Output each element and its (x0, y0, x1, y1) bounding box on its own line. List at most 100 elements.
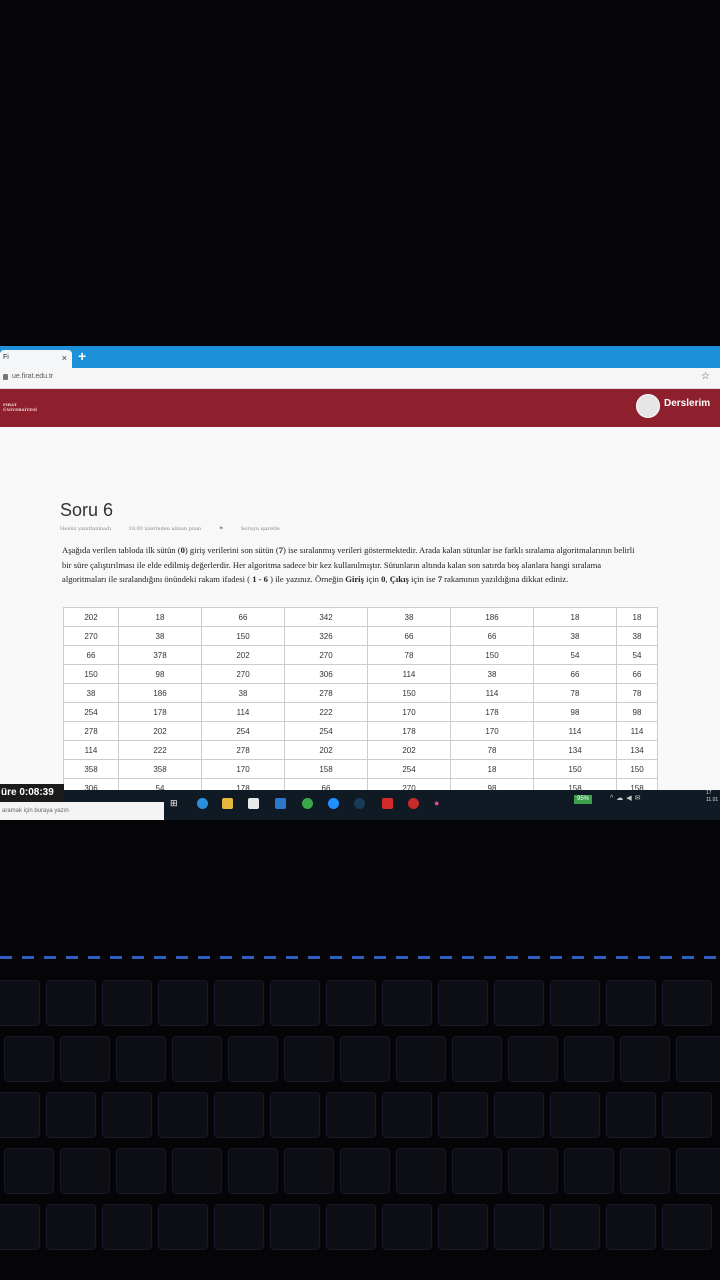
keyboard-key (102, 980, 152, 1026)
table-cell: 150 (63, 664, 119, 684)
question-status: Henüz yanıtlanmadı (60, 526, 111, 532)
close-tab-icon[interactable]: × (62, 353, 67, 363)
keyboard-key (564, 1036, 614, 1082)
keyboard-key (662, 1092, 712, 1138)
url-text[interactable]: ue.firat.edu.tr (12, 373, 53, 380)
flag-icon: ⚑ (218, 526, 225, 532)
table-cell: 178 (118, 702, 202, 722)
system-tray-icons[interactable]: ^☁◀✉ (610, 794, 644, 802)
office-icon[interactable] (382, 798, 393, 809)
keyboard-key (172, 1148, 222, 1194)
keyboard-key (4, 1148, 54, 1194)
table-cell: 54 (533, 645, 617, 665)
table-cell: 38 (63, 683, 119, 703)
table-cell: 202 (118, 721, 202, 741)
table-row: 202 18 66 342 38 186 18 18 (63, 607, 658, 627)
table-row: 270 38 150 326 66 66 38 38 (63, 626, 658, 646)
keyboard-key (676, 1036, 720, 1082)
slack-icon[interactable]: ● (434, 798, 445, 809)
new-tab-icon[interactable]: + (78, 348, 86, 364)
bookmark-star-icon[interactable]: ☆ (701, 371, 710, 382)
address-bar[interactable]: ue.firat.edu.tr ☆ (0, 368, 720, 389)
university-logo[interactable]: FIRAT ÜNİVERSİTESİ (3, 402, 37, 412)
edge-icon[interactable] (197, 798, 208, 809)
keyboard-key (396, 1036, 446, 1082)
table-cell: 66 (367, 626, 451, 646)
table-cell: 98 (533, 702, 617, 722)
opera-icon[interactable] (408, 798, 419, 809)
question-text: Aşağıda verilen tabloda ilk sütün (0) gi… (62, 543, 644, 587)
flag-question-link[interactable]: ⚑ Soruyu işaretle (219, 526, 296, 532)
taskbar-clock[interactable]: 17 11.01 (706, 790, 718, 804)
table-cell: 38 (367, 607, 451, 627)
table-cell: 222 (118, 740, 202, 760)
keyboard-key (326, 980, 376, 1026)
site-header: FIRAT ÜNİVERSİTESİ Derslerim (0, 389, 720, 427)
table-cell: 202 (63, 607, 119, 627)
table-cell: 222 (284, 702, 368, 722)
table-row: 150 98 270 306 114 38 66 66 (63, 664, 658, 684)
table-cell: 270 (201, 664, 285, 684)
keyboard-key (662, 1204, 712, 1250)
store-icon[interactable] (248, 798, 259, 809)
browser-tab[interactable]: Fi × (0, 350, 72, 368)
table-cell: 358 (63, 759, 119, 779)
keyboard-key (620, 1036, 670, 1082)
keyboard-key (508, 1148, 558, 1194)
table-row: 278 202 254 254 178 170 114 114 (63, 721, 658, 741)
table-cell: 254 (201, 721, 285, 741)
keyboard-key (606, 1204, 656, 1250)
keyboard-key (662, 980, 712, 1026)
table-cell: 78 (450, 740, 534, 760)
table-cell: 278 (63, 721, 119, 741)
keyboard-key (214, 1204, 264, 1250)
table-row: 358 358 170 158 254 18 150 150 (63, 759, 658, 779)
file-explorer-icon[interactable] (222, 798, 233, 809)
table-cell: 38 (450, 664, 534, 684)
keyboard-key (550, 980, 600, 1026)
keyboard-key (60, 1036, 110, 1082)
question-text-segment: için (363, 574, 382, 585)
derslerim-link[interactable]: Derslerim (664, 398, 710, 409)
keyboard-key (116, 1036, 166, 1082)
keyboard-key (564, 1148, 614, 1194)
browser-tab-bar: Fi × + (0, 346, 720, 368)
table-cell: 186 (450, 607, 534, 627)
keyboard-key (228, 1036, 278, 1082)
logo-line2: ÜNİVERSİTESİ (3, 407, 38, 412)
keyboard-key (494, 980, 544, 1026)
laptop-screen: Fi × + ue.firat.edu.tr ☆ FIRAT ÜNİVERSİT… (0, 346, 720, 820)
sorting-table: 202 18 66 342 38 186 18 18 270 38 150 326 66 66 38 38 66… (63, 607, 658, 798)
table-cell: 158 (284, 759, 368, 779)
keyboard-key (396, 1148, 446, 1194)
keyboard-key (46, 1204, 96, 1250)
question-text-segment: rakamının yazıldığına dikkat ediniz. (442, 574, 569, 585)
battery-indicator[interactable]: 95% (574, 795, 593, 804)
app-icon[interactable] (328, 798, 339, 809)
keyboard-key (382, 980, 432, 1026)
flag-label: Soruyu işaretle (240, 526, 280, 532)
question-points: 18.00 üzerinden alınan puan (128, 526, 202, 532)
mail-icon[interactable] (275, 798, 286, 809)
task-view-icon[interactable]: ⊞ (170, 798, 181, 809)
table-cell: 38 (616, 626, 658, 646)
chrome-icon[interactable] (302, 798, 313, 809)
table-cell: 78 (533, 683, 617, 703)
table-row: 254 178 114 222 170 178 98 98 (63, 702, 658, 722)
table-cell: 114 (367, 664, 451, 684)
table-cell: 66 (616, 664, 658, 684)
table-cell: 18 (450, 759, 534, 779)
keyboard-key (4, 1036, 54, 1082)
keyboard-key (438, 980, 488, 1026)
table-cell: 178 (450, 702, 534, 722)
user-avatar[interactable] (636, 394, 660, 418)
media-icon[interactable] (354, 798, 365, 809)
clock-line2: 11.01 (706, 797, 719, 803)
keyboard-key (676, 1148, 720, 1194)
keyboard-key (452, 1148, 502, 1194)
keyboard-key (158, 1204, 208, 1250)
tab-title: Fi (3, 354, 9, 361)
table-cell: 254 (367, 759, 451, 779)
quiz-timer: üre 0:08:39 (0, 784, 64, 802)
taskbar-search[interactable]: aramak için buraya yazın (0, 802, 164, 820)
